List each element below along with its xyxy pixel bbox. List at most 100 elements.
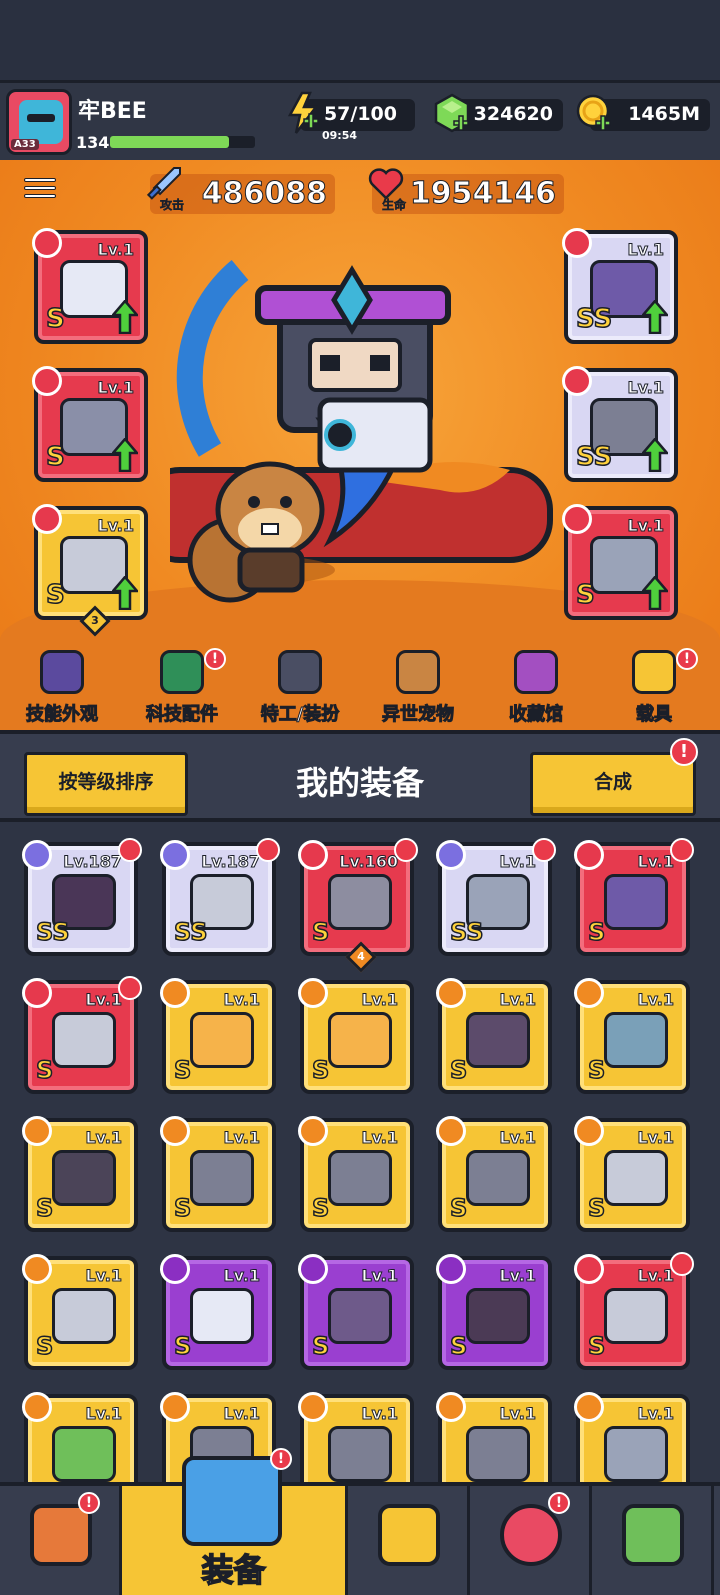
equipped-marker-icon [118, 838, 142, 862]
equipment-icon [182, 1456, 282, 1546]
slot-type-icon [32, 366, 62, 396]
star-swords-icon [378, 1504, 440, 1566]
equipped-right-slot[interactable]: Lv.1 S [562, 504, 678, 620]
hero-nav-item[interactable]: 特工/装扮 [240, 650, 360, 728]
menu-icon[interactable] [24, 174, 56, 206]
hero-nav-label: 技能外观 [26, 704, 99, 726]
inventory-item-slot[interactable]: Lv.1 S [298, 1254, 414, 1370]
inventory-item-slot[interactable]: Lv.1 S [436, 978, 552, 1094]
star-count-badge: 4 [345, 941, 377, 973]
equipped-right-slot[interactable]: Lv.1 SS [562, 366, 678, 482]
upgrade-arrow-icon [642, 300, 668, 334]
inventory-item-slot[interactable]: Lv.1 S [22, 1254, 138, 1370]
equipped-marker-icon [394, 838, 418, 862]
item-rank: S [173, 1055, 192, 1085]
upgrade-arrow-icon [642, 576, 668, 610]
inventory-item-slot[interactable]: Lv.1 [22, 1392, 138, 1482]
inventory-item-slot[interactable]: Lv.1 [574, 1392, 690, 1482]
collection-icon [514, 650, 558, 694]
hero-nav-item[interactable]: 收藏馆 [476, 650, 596, 728]
slot-type-icon [574, 1254, 604, 1284]
upgrade-arrow-icon [642, 438, 668, 472]
inventory-item-slot[interactable]: Lv.1 [298, 1392, 414, 1482]
item-level: Lv.1 [627, 516, 665, 536]
inventory-item-slot[interactable]: Lv.1 S [574, 1252, 694, 1370]
equipped-left-slot[interactable]: Lv.1 S [32, 366, 148, 482]
slot-type-icon [22, 1392, 52, 1422]
bottom-nav-item[interactable]: ! [470, 1486, 592, 1595]
item-level: Lv.160 [339, 852, 399, 872]
inventory-item-slot[interactable]: Lv.1 S [160, 1116, 276, 1232]
shop-icon [30, 1504, 92, 1566]
slot-type-icon [574, 1392, 604, 1422]
slot-type-icon [574, 840, 604, 870]
merge-button[interactable]: 合成 [530, 752, 696, 816]
coin-counter[interactable]: 1465M [576, 94, 710, 131]
item-level: Lv.1 [499, 852, 537, 872]
hp-label: 生命 [382, 198, 407, 213]
slot-type-icon [436, 978, 466, 1008]
bottom-nav-item[interactable]: ! [0, 1486, 122, 1595]
equipped-left-slot[interactable]: Lv.1 S 3 [32, 504, 148, 637]
item-rank: SS [35, 917, 70, 947]
inventory-item-slot[interactable]: Lv.187 SS [22, 838, 142, 956]
inventory-item-slot[interactable]: Lv.1 S [574, 978, 690, 1094]
item-level: Lv.1 [97, 516, 135, 536]
avatar[interactable]: A33 [6, 89, 72, 155]
inventory-item-slot[interactable]: Lv.1 [436, 1392, 552, 1482]
inventory-item-slot[interactable]: Lv.187 SS [160, 838, 280, 956]
energy-counter[interactable]: 57/100 [287, 91, 415, 134]
bottom-nav-item[interactable] [592, 1486, 714, 1595]
item-level: Lv.1 [223, 1128, 261, 1148]
item-rank: S [311, 1331, 330, 1361]
bottom-nav-item[interactable] [348, 1486, 470, 1595]
item-level: Lv.187 [63, 852, 123, 872]
alert-badge: ! [204, 648, 226, 670]
inventory-item-slot[interactable]: Lv.1 S [160, 978, 276, 1094]
inventory-item-slot[interactable]: Lv.1 S [22, 976, 142, 1094]
inventory-item-slot[interactable]: Lv.1 SS [436, 838, 556, 956]
agent-outfit-icon [278, 650, 322, 694]
item-level: Lv.1 [499, 1266, 537, 1286]
slot-type-icon [436, 1254, 466, 1284]
inventory-item-slot[interactable]: Lv.1 S [574, 838, 694, 956]
hero-nav-item[interactable]: 科技配件! [122, 648, 242, 728]
item-level: Lv.1 [85, 990, 123, 1010]
inventory-item-slot[interactable]: Lv.1 S [160, 1254, 276, 1370]
slot-type-icon [298, 978, 328, 1008]
item-rank: SS [575, 441, 613, 473]
upgrade-arrow-icon [112, 300, 138, 334]
bottom-nav-item[interactable]: 装备! [122, 1448, 348, 1595]
inventory-item-slot[interactable]: Lv.1 S [574, 1116, 690, 1232]
item-rank: S [35, 1193, 54, 1223]
slot-type-icon [22, 1254, 52, 1284]
item-rank: S [575, 579, 595, 611]
hp-stat: 生命 1954146 [368, 168, 564, 214]
alert-badge: ! [548, 1492, 570, 1514]
inventory-item-slot[interactable]: Lv.1 S [436, 1254, 552, 1370]
inventory-item-slot[interactable]: Lv.1 S [298, 978, 414, 1094]
inventory-item-slot[interactable]: Lv.1 S [22, 1116, 138, 1232]
inventory-item-slot[interactable]: Lv.1 S [436, 1116, 552, 1232]
belt-icon [328, 1150, 392, 1206]
item-level: Lv.1 [499, 1128, 537, 1148]
item-level: Lv.1 [223, 1266, 261, 1286]
hero-nav-item[interactable]: 载具! [594, 648, 714, 728]
hero-nav-item[interactable]: 异世宠物 [358, 650, 478, 728]
hero-nav-item[interactable]: 技能外观 [2, 650, 122, 728]
inventory-item-slot[interactable]: Lv.160 S 4 [298, 838, 418, 973]
slot-type-icon [160, 978, 190, 1008]
equipped-right-slot[interactable]: Lv.1 SS [562, 228, 678, 344]
item-rank: SS [449, 917, 484, 947]
gem-counter[interactable]: 324620 [434, 93, 563, 133]
item-rank: S [173, 1193, 192, 1223]
equipped-left-slot[interactable]: Lv.1 S [32, 228, 148, 344]
spiked-blade-icon [466, 1012, 530, 1068]
merge-alert-badge: ! [670, 738, 698, 766]
attack-value: 486088 [201, 176, 327, 212]
blaster-icon [190, 1288, 254, 1344]
sort-by-level-button[interactable]: 按等级排序 [24, 752, 188, 816]
inventory-item-slot[interactable]: Lv.1 S [298, 1116, 414, 1232]
green-gem-armor-icon [52, 1426, 116, 1482]
belt-icon [466, 1426, 530, 1482]
